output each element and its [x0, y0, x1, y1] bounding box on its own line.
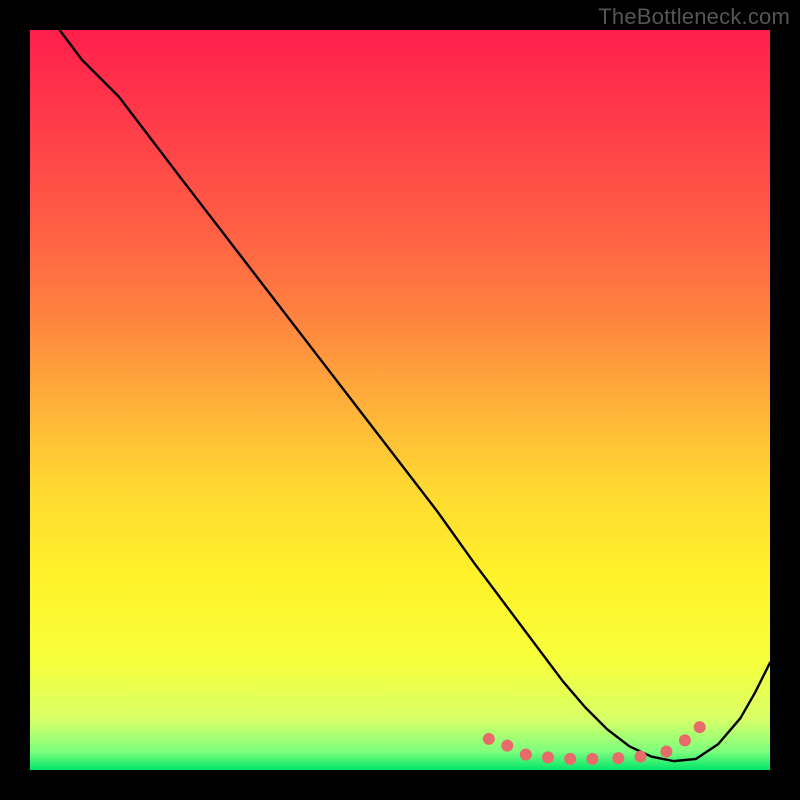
marker-dot [520, 748, 532, 760]
chart-stage: TheBottleneck.com [0, 0, 800, 800]
marker-dot [564, 753, 576, 765]
marker-dot [694, 721, 706, 733]
gradient-background [30, 30, 770, 770]
marker-dot [501, 740, 513, 752]
marker-dot [612, 752, 624, 764]
watermark-label: TheBottleneck.com [598, 4, 790, 30]
marker-dot [679, 734, 691, 746]
marker-dot [542, 751, 554, 763]
marker-dot [586, 753, 598, 765]
marker-dot [483, 733, 495, 745]
chart-plot [30, 30, 770, 770]
marker-dot [635, 751, 647, 763]
marker-dot [660, 746, 672, 758]
